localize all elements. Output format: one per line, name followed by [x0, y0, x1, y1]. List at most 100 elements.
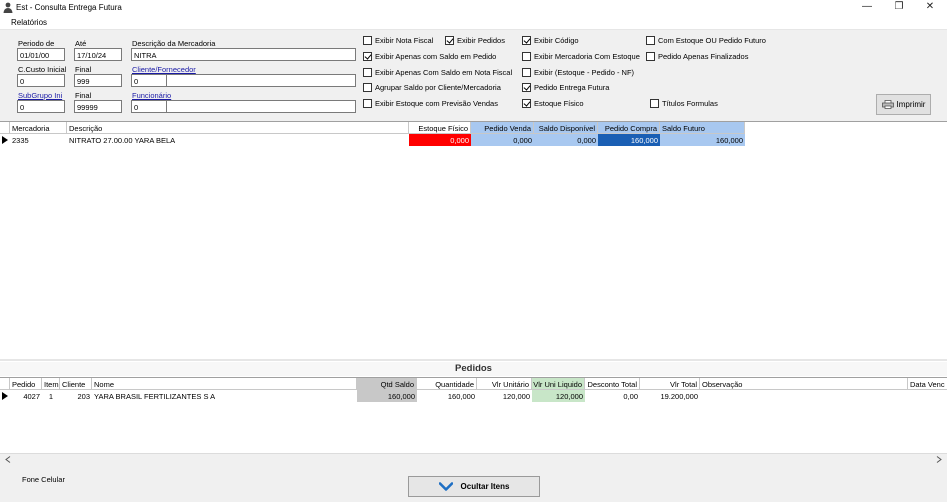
cell-desconto-total[interactable]: 0,00 [585, 390, 640, 402]
cliente-fornecedor-link[interactable]: Cliente/Fornecedor [132, 65, 196, 74]
checkbox-com-estoque-ou-pedido-futuro[interactable]: Com Estoque OU Pedido Futuro [646, 36, 766, 45]
ocultar-itens-button[interactable]: Ocultar Itens [408, 476, 540, 497]
cliente-code-input[interactable]: 0 [131, 74, 167, 87]
periodo-de-label: Periodo de [18, 39, 55, 48]
cell-qtd-saldo[interactable]: 160,000 [357, 390, 417, 402]
checkbox-box[interactable] [363, 52, 372, 61]
col-mercadoria[interactable]: Mercadoria [10, 122, 67, 134]
cliente-name-input[interactable] [166, 74, 356, 87]
checkbox-label: Agrupar Saldo por Cliente/Mercadoria [375, 83, 501, 92]
cell-nome[interactable]: YARA BRASIL FERTILIZANTES S A [92, 390, 357, 402]
fone-celular-label: Fone Celular [22, 475, 65, 484]
scroll-left-icon[interactable] [5, 456, 11, 463]
funcionario-code-input[interactable]: 0 [131, 100, 167, 113]
restore-button[interactable]: ❐ [884, 0, 914, 16]
ccusto-final-input[interactable]: 999 [74, 74, 122, 87]
chevron-down-icon [438, 482, 453, 491]
col-cliente[interactable]: Cliente [60, 378, 92, 390]
cell-cliente[interactable]: 203 [60, 390, 92, 402]
checkbox-pedido-entrega-futura[interactable]: Pedido Entrega Futura [522, 83, 609, 92]
minimize-button[interactable]: — [852, 0, 882, 16]
col-saldo-futuro[interactable]: Saldo Futuro [660, 122, 745, 134]
cell-vlr-unitario[interactable]: 120,000 [477, 390, 532, 402]
cell-saldo-futuro[interactable]: 160,000 [660, 134, 745, 146]
imprimir-button[interactable]: Imprimir [876, 94, 931, 115]
cell-vlr-uni-liquido[interactable]: 120,000 [532, 390, 585, 402]
checkbox-box[interactable] [522, 36, 531, 45]
cell-data-venc[interactable] [908, 390, 947, 402]
table-row[interactable]: 4027 1 203 YARA BRASIL FERTILIZANTES S A… [0, 390, 947, 402]
subgrupo-ini-input[interactable]: 0 [17, 100, 65, 113]
checkbox-exibir-pedidos[interactable]: Exibir Pedidos [445, 36, 505, 45]
checkbox-box[interactable] [445, 36, 454, 45]
subgrupo-ini-link[interactable]: SubGrupo Ini [18, 91, 62, 100]
checkbox-box[interactable] [363, 68, 372, 77]
cell-pedido-venda[interactable]: 0,000 [471, 134, 534, 146]
col-desconto-total[interactable]: Desconto Total [585, 378, 640, 390]
col-nome[interactable]: Nome [92, 378, 357, 390]
scroll-right-icon[interactable] [936, 456, 942, 463]
periodo-de-input[interactable]: 01/01/00 [17, 48, 65, 61]
checkbox-estoque-fisico[interactable]: Estoque Físico [522, 99, 584, 108]
col-qtd-saldo[interactable]: Qtd Saldo [357, 378, 417, 390]
checkbox-box[interactable] [650, 99, 659, 108]
col-data-venc[interactable]: Data Venc [908, 378, 947, 390]
checkbox-exibir-estoque-previsao[interactable]: Exibir Estoque com Previsão Vendas [363, 99, 498, 108]
col-estoque-fisico[interactable]: Estoque Físico [409, 122, 471, 134]
window-title: Est - Consulta Entrega Futura [16, 3, 122, 12]
horizontal-scrollbar[interactable] [0, 453, 947, 465]
col-pedido-compra[interactable]: Pedido Compra [598, 122, 660, 134]
checkbox-exibir-codigo[interactable]: Exibir Código [522, 36, 579, 45]
descricao-label: Descrição da Mercadoria [132, 39, 216, 48]
descricao-mercadoria-input[interactable]: NITRA [131, 48, 356, 61]
checkbox-exibir-apenas-saldo-nf[interactable]: Exibir Apenas Com Saldo em Nota Fiscal [363, 68, 512, 77]
cell-saldo-disponivel[interactable]: 0,000 [534, 134, 598, 146]
table-row[interactable]: 2335 NITRATO 27.00.00 YARA BELA 0,000 0,… [0, 134, 947, 146]
checkbox-box[interactable] [522, 52, 531, 61]
checkbox-box[interactable] [646, 36, 655, 45]
col-descricao[interactable]: Descrição [67, 122, 409, 134]
subgrupo-final-input[interactable]: 99999 [74, 100, 122, 113]
col-vlr-uni-liquido[interactable]: Vlr Uni Liquido [532, 378, 585, 390]
checkbox-exibir-apenas-saldo-pedido[interactable]: Exibir Apenas com Saldo em Pedido [363, 52, 496, 61]
checkbox-box[interactable] [522, 83, 531, 92]
col-pedido[interactable]: Pedido [10, 378, 42, 390]
checkbox-label: Pedido Entrega Futura [534, 83, 610, 92]
cell-pedido-compra[interactable]: 160,000 [598, 134, 660, 146]
funcionario-link[interactable]: Funcionário [132, 91, 171, 100]
checkbox-box[interactable] [522, 99, 531, 108]
checkbox-titulos-formulas[interactable]: Títulos Formulas [650, 99, 718, 108]
funcionario-name-input[interactable] [166, 100, 356, 113]
ccusto-inicial-input[interactable]: 0 [17, 74, 65, 87]
cell-descricao[interactable]: NITRATO 27.00.00 YARA BELA [67, 134, 409, 146]
col-vlr-unitario[interactable]: Vlr Unitário [477, 378, 532, 390]
col-observacao[interactable]: Observação [700, 378, 908, 390]
checkbox-box[interactable] [646, 52, 655, 61]
checkbox-pedido-apenas-finalizados[interactable]: Pedido Apenas Finalizados [646, 52, 748, 61]
checkbox-agrupar-saldo[interactable]: Agrupar Saldo por Cliente/Mercadoria [363, 83, 501, 92]
cell-item[interactable]: 1 [42, 390, 60, 402]
checkbox-box[interactable] [363, 36, 372, 45]
cell-pedido[interactable]: 4027 [10, 390, 42, 402]
checkbox-box[interactable] [363, 83, 372, 92]
col-quantidade[interactable]: Quantidade [417, 378, 477, 390]
cell-estoque-fisico[interactable]: 0,000 [409, 134, 471, 146]
row-indicator-header [0, 378, 10, 390]
col-item[interactable]: Item [42, 378, 60, 390]
cell-vlr-total[interactable]: 19.200,000 [640, 390, 700, 402]
cell-quantidade[interactable]: 160,000 [417, 390, 477, 402]
col-vlr-total[interactable]: Vlr Total [640, 378, 700, 390]
section-divider [0, 359, 947, 361]
checkbox-box[interactable] [363, 99, 372, 108]
close-button[interactable]: ✕ [915, 0, 945, 16]
checkbox-box[interactable] [522, 68, 531, 77]
ate-input[interactable]: 17/10/24 [74, 48, 122, 61]
checkbox-exibir-estoque-pedido-nf[interactable]: Exibir (Estoque - Pedido - NF) [522, 68, 634, 77]
col-saldo-disponivel[interactable]: Saldo Disponível [534, 122, 598, 134]
checkbox-exibir-mercadoria-com-estoque[interactable]: Exibir Mercadoria Com Estoque [522, 52, 640, 61]
checkbox-exibir-nota-fiscal[interactable]: Exibir Nota Fiscal [363, 36, 433, 45]
menu-relatorios[interactable]: Relatórios [11, 18, 47, 27]
cell-observacao[interactable] [700, 390, 908, 402]
cell-mercadoria[interactable]: 2335 [10, 134, 67, 146]
col-pedido-venda[interactable]: Pedido Venda [471, 122, 534, 134]
